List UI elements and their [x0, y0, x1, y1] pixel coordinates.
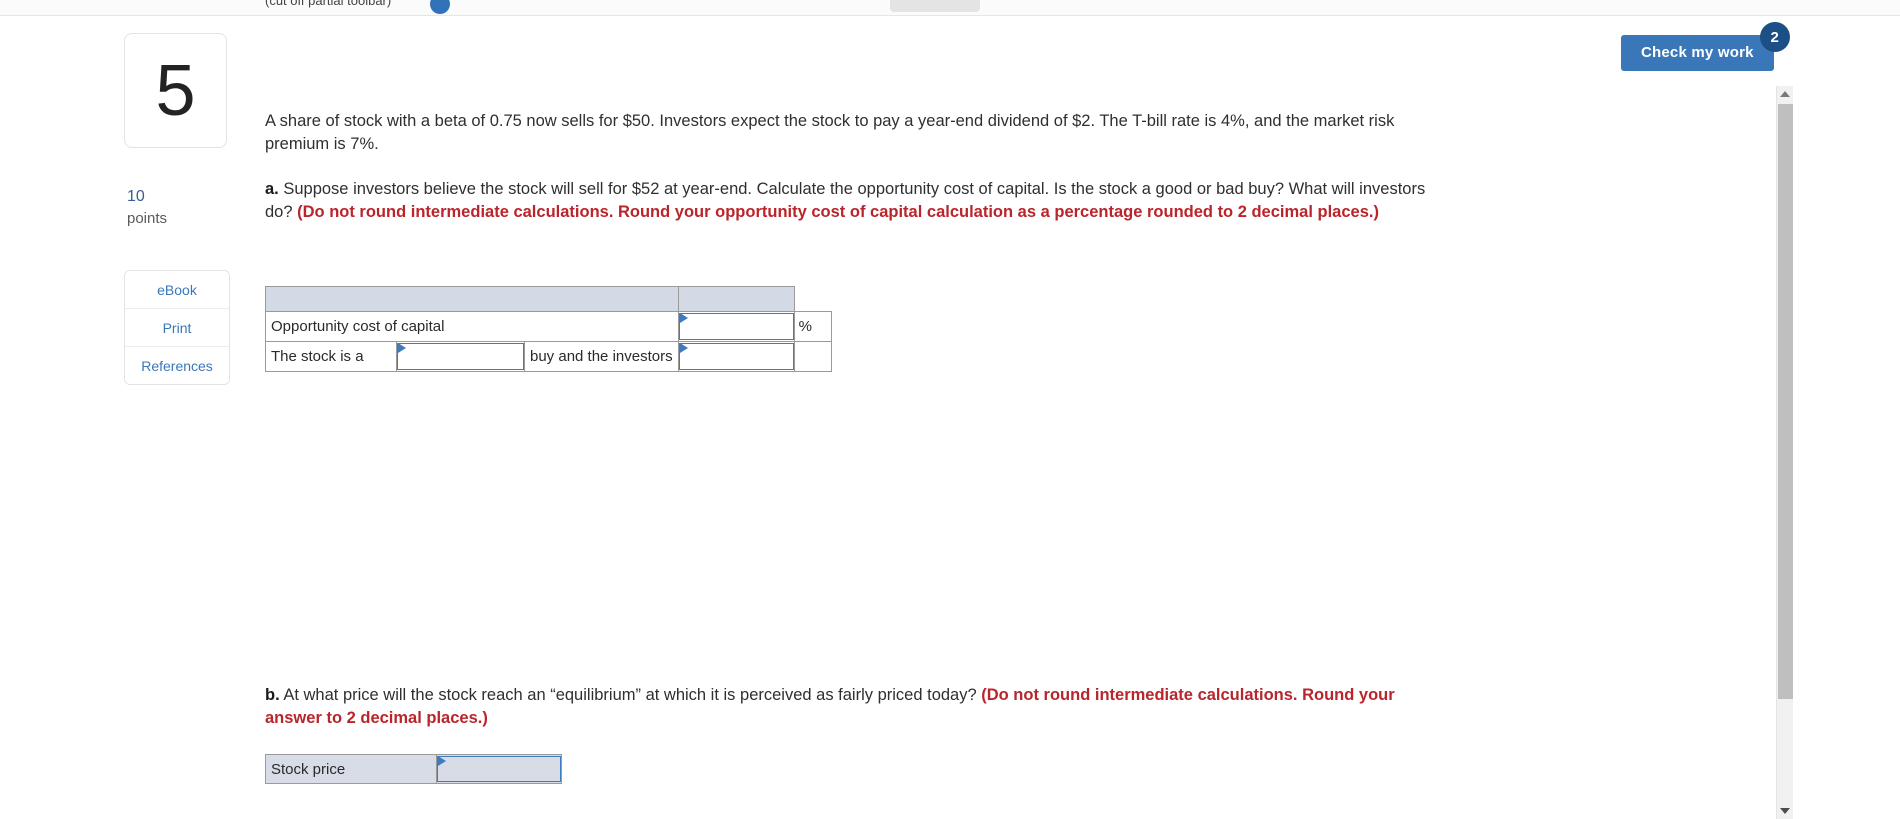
table-a-header-cell [265, 286, 679, 312]
scroll-down-arrow-icon[interactable] [1777, 803, 1793, 819]
rail-item-references[interactable]: References [125, 347, 229, 384]
good-bad-select-cell[interactable] [396, 341, 525, 372]
scrollbar-thumb[interactable] [1778, 104, 1793, 699]
page-root: (cut off partial toolbar) Check my work … [0, 0, 1900, 819]
rail-item-ebook[interactable]: eBook [125, 271, 229, 309]
table-a-header-unit-cell [677, 286, 795, 312]
question-number-box: 5 [124, 33, 227, 148]
table-row: Opportunity cost of capital % [265, 311, 832, 342]
scroll-up-arrow-icon[interactable] [1777, 86, 1793, 102]
resource-rail: eBook Print References [124, 270, 230, 385]
opportunity-cost-input[interactable] [678, 313, 794, 340]
top-toolbar: (cut off partial toolbar) [0, 0, 1900, 16]
answer-table-a: Opportunity cost of capital % The stock … [265, 286, 832, 372]
table-a-header-row [265, 286, 832, 312]
top-toolbar-crumb: (cut off partial toolbar) [265, 0, 392, 8]
question-number: 5 [155, 50, 196, 131]
table-row: Stock price [265, 754, 562, 784]
table-row: The stock is a buy and the investors [265, 341, 832, 372]
part-b-text: At what price will the stock reach an “e… [279, 686, 982, 704]
stock-price-input[interactable] [437, 756, 561, 782]
part-a-letter: a. [265, 179, 279, 198]
vertical-scrollbar[interactable] [1776, 86, 1793, 819]
percent-unit-label: % [793, 311, 832, 342]
stock-is-a-label: The stock is a [265, 341, 397, 372]
answer-table-b: Stock price [265, 754, 562, 784]
question-body: A share of stock with a beta of 0.75 now… [265, 110, 1450, 225]
opportunity-cost-input-cell[interactable] [677, 311, 795, 342]
question-intro: A share of stock with a beta of 0.75 now… [265, 112, 1395, 154]
top-toolbar-pill[interactable] [890, 0, 980, 12]
table-a-empty-unit-cell [793, 341, 832, 372]
part-b-letter: b. [265, 686, 280, 704]
check-my-work-button[interactable]: Check my work [1621, 35, 1774, 71]
part-a-red-note: (Do not round intermediate calculations.… [297, 203, 1379, 222]
check-my-work-badge: 2 [1759, 22, 1790, 52]
rail-item-print[interactable]: Print [125, 309, 229, 347]
investor-action-select[interactable] [678, 343, 794, 370]
question-part-b: b. At what price will the stock reach an… [265, 684, 1450, 731]
investor-action-select-cell[interactable] [677, 341, 795, 372]
opportunity-cost-label: Opportunity cost of capital [265, 311, 679, 342]
good-bad-select[interactable] [397, 343, 524, 370]
question-part-a: a. Suppose investors believe the stock w… [265, 178, 1450, 225]
question-part-b-wrapper: b. At what price will the stock reach an… [265, 684, 1450, 731]
check-my-work-wrapper: Check my work 2 [1621, 22, 1790, 71]
stock-price-input-cell[interactable] [436, 754, 562, 784]
buy-and-investors-label: buy and the investors [524, 341, 679, 372]
stock-price-label: Stock price [265, 754, 437, 784]
points-value: 10 [127, 188, 145, 205]
top-toolbar-status-dot[interactable] [430, 0, 450, 14]
points-label: points [127, 210, 168, 227]
